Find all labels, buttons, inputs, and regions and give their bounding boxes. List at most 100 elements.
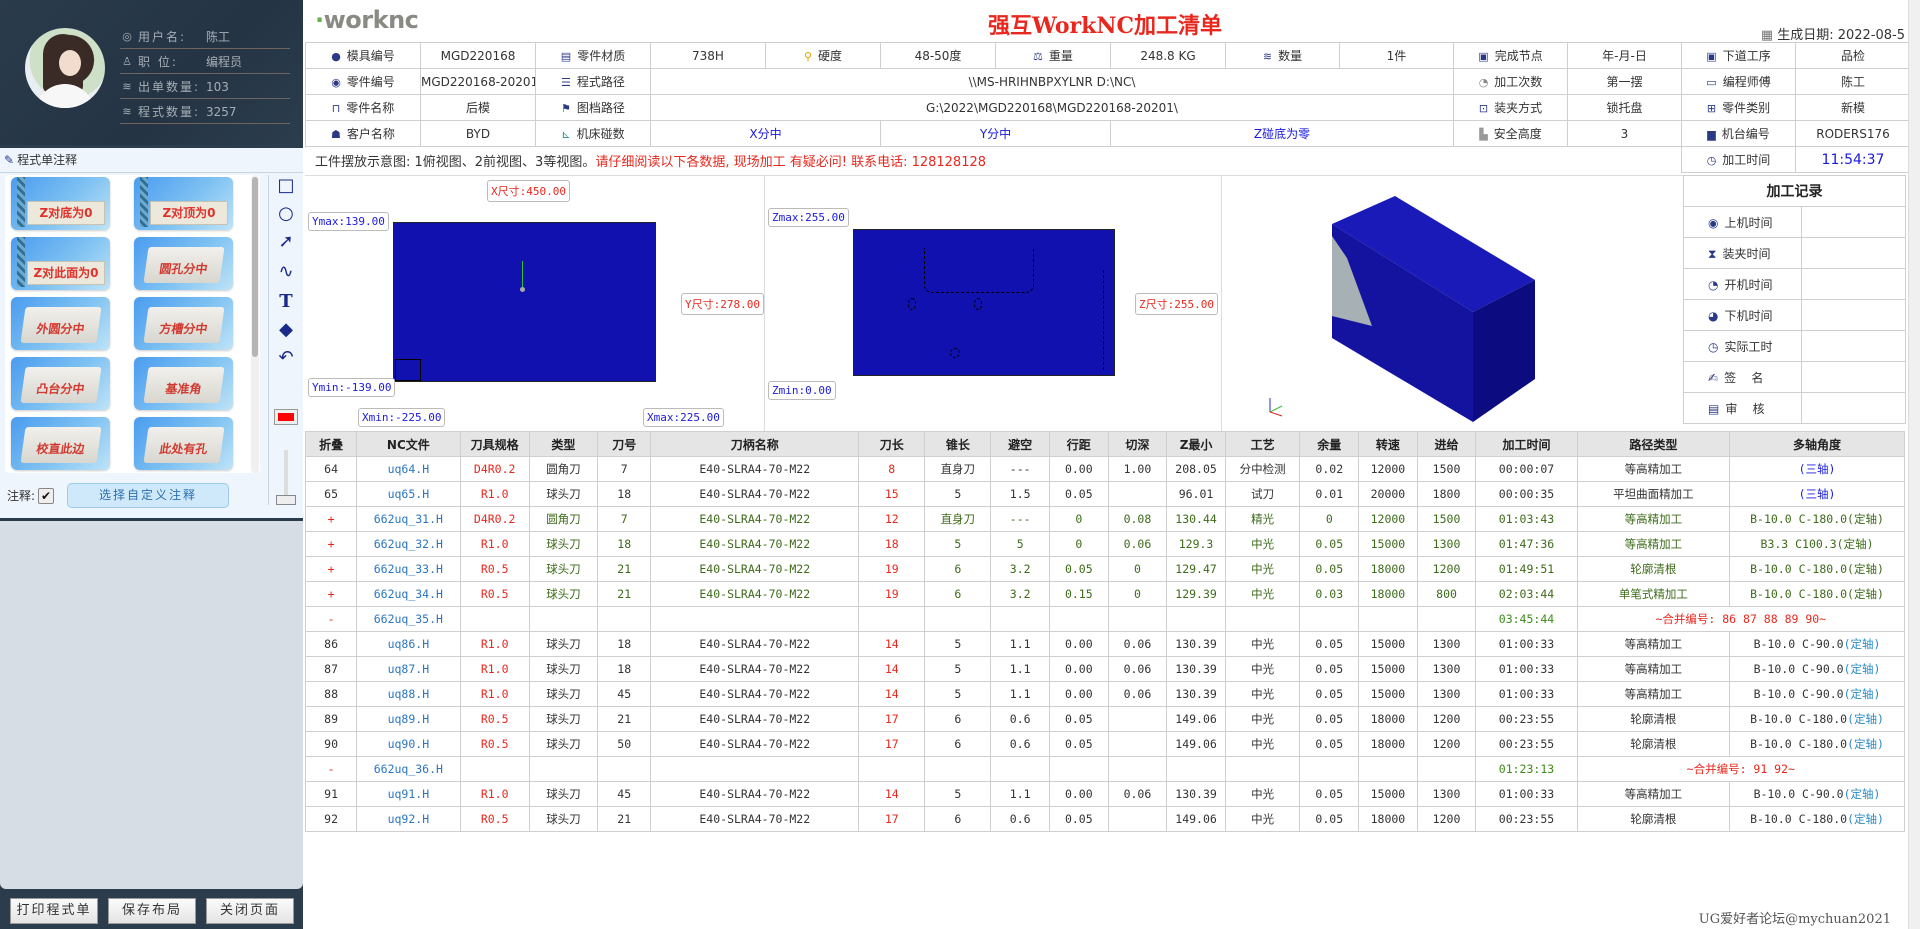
cell-file[interactable]: uq86.H xyxy=(356,631,461,657)
column-header[interactable]: 多轴角度 xyxy=(1729,431,1905,457)
curve-icon[interactable]: ∿ xyxy=(275,261,297,283)
column-header[interactable]: 余量 xyxy=(1299,431,1360,457)
column-header[interactable]: 切深 xyxy=(1107,431,1168,457)
column-header[interactable]: 折叠 xyxy=(304,431,358,457)
record-value-field[interactable] xyxy=(1801,268,1906,300)
text-icon[interactable]: T xyxy=(275,291,297,313)
cell-file[interactable]: uq88.H xyxy=(356,681,461,707)
column-header[interactable]: 类型 xyxy=(528,431,599,457)
cell-spec: R0.5 xyxy=(459,731,530,757)
cell-file[interactable]: uq89.H xyxy=(356,706,461,732)
cell-fold[interactable]: + xyxy=(304,531,358,557)
cell-fold[interactable]: + xyxy=(304,506,358,532)
cell-file[interactable]: uq65.H xyxy=(356,481,461,507)
cell-time: 01:00:33 xyxy=(1475,681,1578,707)
cell-file[interactable]: uq87.H xyxy=(356,656,461,682)
column-header[interactable]: 转速 xyxy=(1358,431,1418,457)
cell-time: 01:47:36 xyxy=(1475,531,1578,557)
cell-file[interactable]: 662uq_34.H xyxy=(356,581,461,607)
annotation-card[interactable]: Z对此面为0 xyxy=(11,237,110,290)
cell-file[interactable]: 662uq_36.H xyxy=(356,756,461,782)
cell-file[interactable]: 662uq_33.H xyxy=(356,556,461,582)
cell-file[interactable]: 662uq_35.H xyxy=(356,606,461,632)
cell-clear: 1.1 xyxy=(990,681,1050,707)
annotation-card[interactable]: Z对顶为0 xyxy=(134,177,233,230)
pen-size-slider-thumb[interactable] xyxy=(276,495,296,505)
mold-no-label: ● 模具编号 xyxy=(305,42,421,69)
cell-feed: 1200 xyxy=(1416,731,1477,757)
cell-fold[interactable]: - xyxy=(304,756,358,782)
save-layout-button[interactable]: 保存布局 xyxy=(108,898,196,924)
calendar-icon: ▦ xyxy=(1760,28,1774,43)
annotation-card[interactable]: Z对底为0 xyxy=(11,177,110,230)
cell-taper: 6 xyxy=(924,806,992,832)
cell-zmin: 129.39 xyxy=(1166,581,1226,607)
column-header[interactable]: 刀长 xyxy=(858,431,926,457)
rectangle-icon[interactable]: □ xyxy=(275,175,297,197)
record-value-field[interactable] xyxy=(1801,237,1906,269)
annotation-card[interactable]: 外圆分中 xyxy=(11,297,110,350)
cell-fold[interactable]: + xyxy=(304,581,358,607)
cell-proc: 中光 xyxy=(1224,681,1301,707)
machining-count-value: 第一摆 xyxy=(1567,68,1682,95)
eraser-icon[interactable]: ◆ xyxy=(275,319,297,341)
cell-file[interactable]: uq91.H xyxy=(356,781,461,807)
record-value-field[interactable] xyxy=(1801,206,1906,238)
cell-fold[interactable]: + xyxy=(304,556,358,582)
annotation-scrollbar[interactable] xyxy=(251,175,259,473)
annotation-footer: 注释: ✔ 选择自定义注释 xyxy=(0,478,268,513)
column-header[interactable]: Z最小 xyxy=(1166,431,1226,457)
column-header[interactable]: 锥长 xyxy=(924,431,992,457)
cell-spec: R1.0 xyxy=(459,681,530,707)
axis-mode: (定轴) xyxy=(1843,637,1881,651)
record-value-field[interactable] xyxy=(1801,361,1906,393)
pen-color-picker[interactable] xyxy=(274,409,298,425)
cell-file[interactable]: uq64.H xyxy=(356,456,461,482)
column-header[interactable]: 行距 xyxy=(1048,431,1109,457)
column-header[interactable]: 进给 xyxy=(1416,431,1477,457)
column-header[interactable]: 刀号 xyxy=(597,431,652,457)
pen-size-slider[interactable] xyxy=(284,450,288,500)
cell-holder: E40-SLRA4-70-M22 xyxy=(650,806,860,832)
annotation-card[interactable]: 此处有孔 xyxy=(134,417,233,470)
annotation-card[interactable]: 校直此边 xyxy=(11,417,110,470)
column-header[interactable]: 路径类型 xyxy=(1576,431,1731,457)
circle-icon[interactable]: ○ xyxy=(275,203,297,225)
cell-fold: 88 xyxy=(304,681,358,707)
column-header[interactable]: 刀具规格 xyxy=(459,431,530,457)
annotation-card[interactable]: 圆孔分中 xyxy=(134,237,233,290)
customer-label: ☗ 客户名称 xyxy=(305,120,421,147)
annotation-card[interactable]: 方槽分中 xyxy=(134,297,233,350)
page-scrollbar[interactable] xyxy=(1908,0,1920,929)
table-row: 65 uq65.H R1.0 球头刀 18 E40-SLRA4-70-M22 15 5 1.5 0… xyxy=(304,481,1905,507)
record-value-field[interactable] xyxy=(1801,392,1906,424)
column-header[interactable]: 工艺 xyxy=(1224,431,1301,457)
arrow-icon[interactable]: ➚ xyxy=(275,231,297,253)
column-header[interactable]: 刀柄名称 xyxy=(650,431,860,457)
annotation-card[interactable]: 基准角 xyxy=(134,357,233,410)
scrollbar-thumb[interactable] xyxy=(252,177,258,357)
column-header[interactable]: 避空 xyxy=(990,431,1050,457)
cell-fold[interactable]: - xyxy=(304,606,358,632)
cell-file[interactable]: 662uq_31.H xyxy=(356,506,461,532)
cell-file[interactable]: uq90.H xyxy=(356,731,461,757)
custom-annotation-button[interactable]: 选择自定义注释 xyxy=(67,483,230,508)
record-value-field[interactable] xyxy=(1801,330,1906,362)
print-program-sheet-button[interactable]: 打印程式单 xyxy=(10,898,98,924)
cell-file[interactable]: uq92.H xyxy=(356,806,461,832)
column-header[interactable]: NC文件 xyxy=(356,431,461,457)
annotation-card[interactable]: 凸台分中 xyxy=(11,357,110,410)
cell-file[interactable]: 662uq_32.H xyxy=(356,531,461,557)
cell-clear: --- xyxy=(990,506,1050,532)
axis-mode: (定轴) xyxy=(1847,712,1884,726)
annotation-toggle-checkbox[interactable]: ✔ xyxy=(38,487,55,504)
record-value-field[interactable] xyxy=(1801,299,1906,331)
close-page-button[interactable]: 关闭页面 xyxy=(206,898,294,924)
cell-fold: 91 xyxy=(304,781,358,807)
cell-len: 12 xyxy=(858,506,926,532)
record-label-text: 实际工时 xyxy=(1724,339,1773,354)
programmer-icon: ▭ xyxy=(1706,76,1717,89)
column-header[interactable]: 加工时间 xyxy=(1475,431,1578,457)
axis-mode: (三轴) xyxy=(1798,462,1836,476)
undo-icon[interactable]: ↶ xyxy=(275,347,297,369)
